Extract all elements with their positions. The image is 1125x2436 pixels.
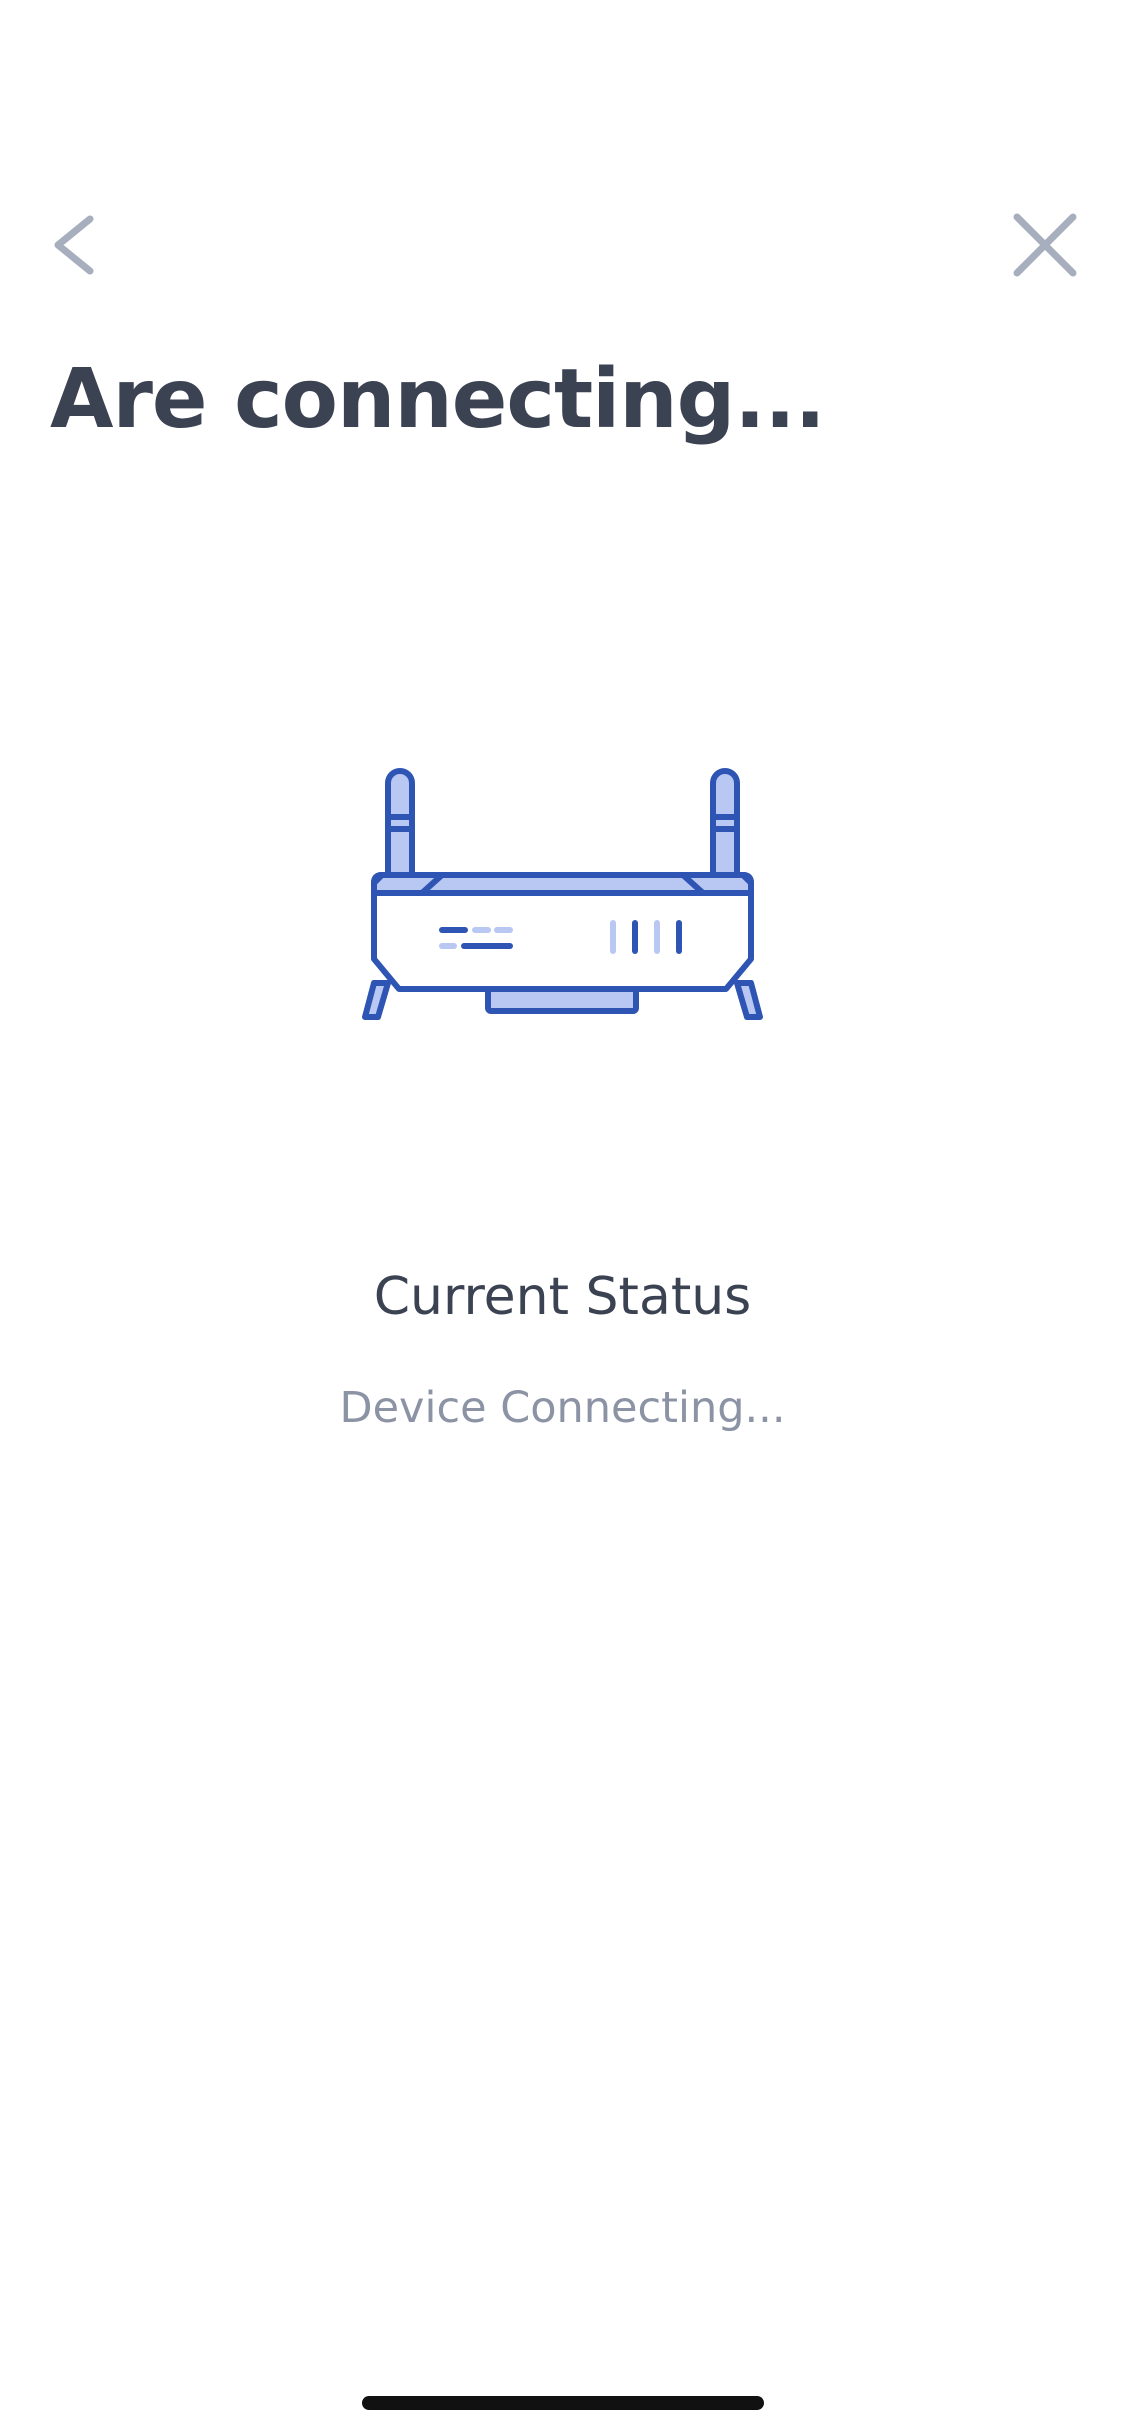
- router-icon: [362, 768, 763, 1020]
- close-icon: [1013, 213, 1077, 277]
- back-button[interactable]: [40, 205, 100, 285]
- chevron-left-icon: [54, 215, 94, 275]
- status-label: Current Status: [373, 1267, 752, 1327]
- status-value: Device Connecting...: [339, 1383, 786, 1433]
- router-illustration: [360, 765, 765, 1025]
- home-indicator[interactable]: [362, 2396, 764, 2410]
- page-title: Are connecting...: [50, 352, 826, 447]
- close-button[interactable]: [1005, 205, 1085, 285]
